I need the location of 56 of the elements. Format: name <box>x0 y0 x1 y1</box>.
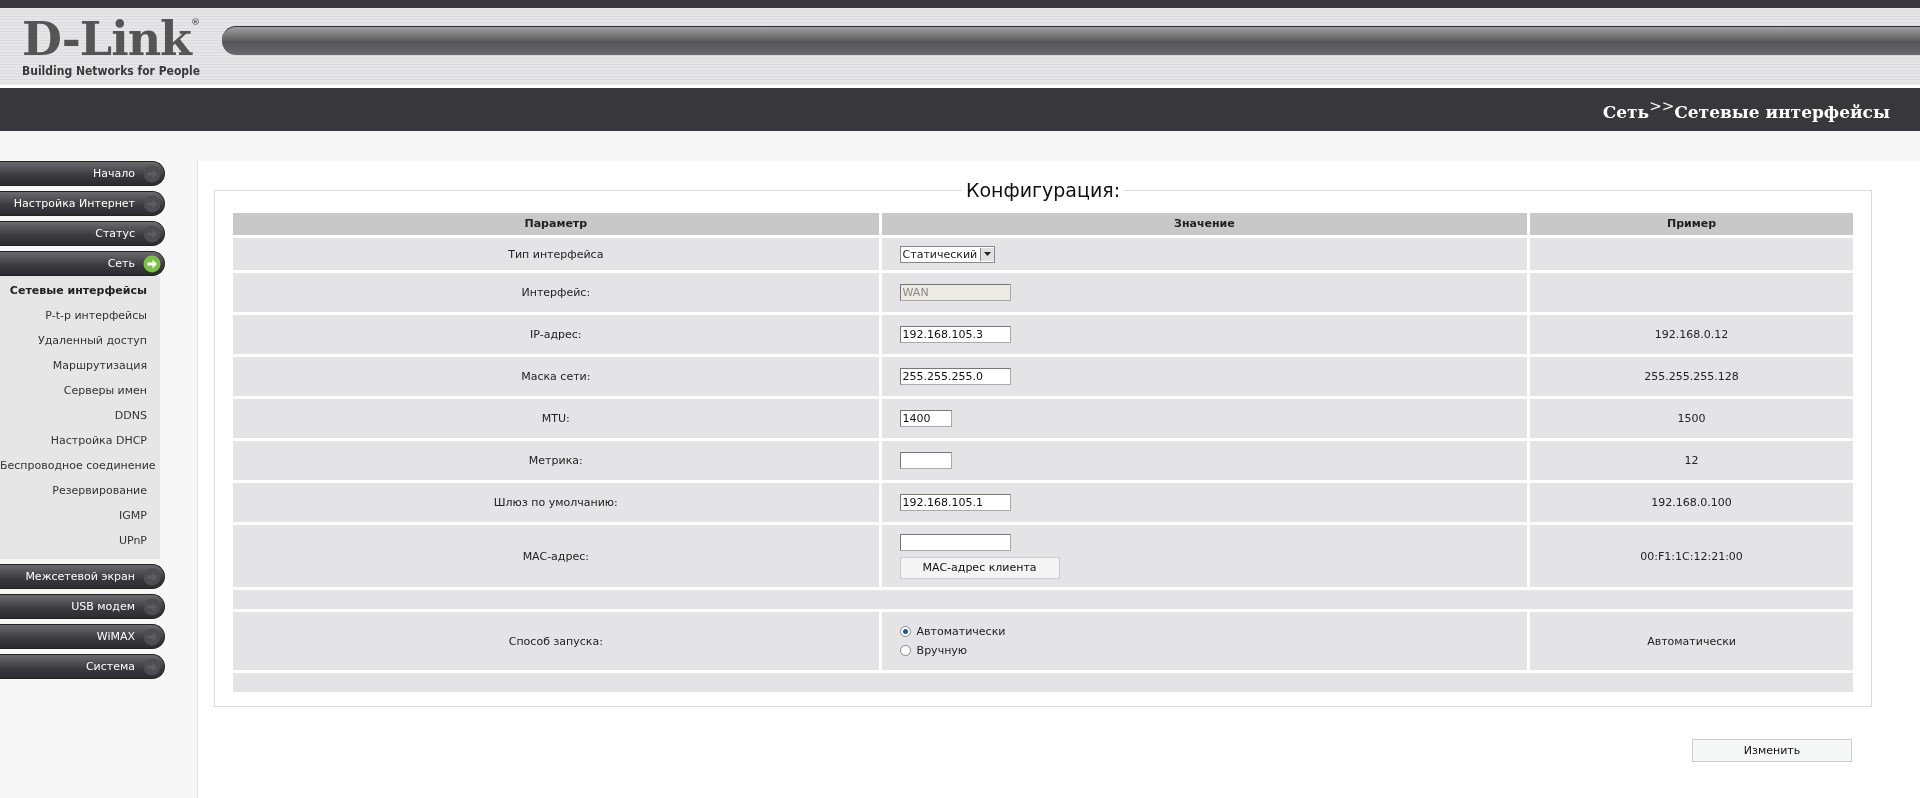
submenu-item[interactable]: Сетевые интерфейсы <box>0 278 160 303</box>
table-cell: Способ запуска: <box>233 612 879 670</box>
column-header: Значение <box>881 213 1528 235</box>
table-cell: Маска сети: <box>233 357 879 396</box>
radio-button[interactable] <box>899 645 911 656</box>
section-title: Конфигурация: <box>964 179 1122 201</box>
table-cell: 192.168.0.100 <box>1530 483 1853 522</box>
menu-button[interactable]: WiMAX <box>0 624 165 649</box>
table-cell: 12 <box>1530 441 1853 480</box>
table-cell: 192.168.0.12 <box>1530 315 1853 354</box>
input-field[interactable]: 1400 <box>899 410 952 427</box>
menu-button[interactable]: Система <box>0 654 165 679</box>
table-cell: Автоматически <box>1530 612 1853 670</box>
input-field[interactable]: 255.255.255.0 <box>899 368 1011 385</box>
submenu-item[interactable]: Удаленный доступ <box>0 328 160 353</box>
column-header: Пример <box>1530 213 1853 235</box>
submenu-item[interactable]: IGMP <box>0 503 160 528</box>
column-header: Параметр <box>233 213 879 235</box>
registered-mark: ® <box>191 18 200 27</box>
menu-button[interactable]: Статус <box>0 221 165 246</box>
table-cell: IP-адрес: <box>233 315 879 354</box>
submenu-item[interactable]: Резервирование <box>0 478 160 503</box>
apply-button[interactable]: Изменить <box>1692 739 1852 762</box>
submenu-item[interactable]: P-t-p интерфейсы <box>0 303 160 328</box>
table-cell: 00:F1:1C:12:21:00 <box>1530 525 1853 587</box>
input-field[interactable]: 192.168.105.3 <box>899 326 1011 343</box>
tagline: Building Networks for People <box>22 65 202 77</box>
menu-button[interactable]: Межсетевой экран <box>0 564 165 589</box>
client-mac-button[interactable]: MAC-адрес клиента <box>899 556 1060 579</box>
submenu-item[interactable]: Серверы имен <box>0 378 160 403</box>
interface-type-dropdown[interactable]: Статический <box>899 245 996 263</box>
table-cell: Шлюз по умолчанию: <box>233 483 879 522</box>
radio-label: Вручную <box>916 644 968 657</box>
submenu-item[interactable]: UPnP <box>0 528 160 553</box>
table-cell: Тип интерфейса <box>233 238 879 270</box>
radio-button[interactable] <box>899 626 911 637</box>
submenu-item[interactable]: DDNS <box>0 403 160 428</box>
menu-button[interactable]: Начало <box>0 161 165 186</box>
logo-text: D-Link <box>22 16 191 62</box>
submenu-item[interactable]: Маршрутизация <box>0 353 160 378</box>
table-cell: Интерфейс: <box>233 273 879 312</box>
submenu-item[interactable]: Беспроводное соединение <box>0 453 160 478</box>
input-field[interactable] <box>899 533 1011 551</box>
table-cell: 1500 <box>1530 399 1853 438</box>
input-field[interactable] <box>899 452 952 469</box>
menu-button[interactable]: USB модем <box>0 594 165 619</box>
table-cell: Метрика: <box>233 441 879 480</box>
table-cell: 255.255.255.128 <box>1530 357 1853 396</box>
table-cell: MTU: <box>233 399 879 438</box>
menu-button[interactable]: Настройка Интернет <box>0 191 165 216</box>
menu-button[interactable]: Сеть <box>0 251 165 276</box>
breadcrumb: Сеть$^{>>}$Сетевые интерфейсы <box>1602 97 1890 122</box>
radio-label: Автоматически <box>916 625 1006 638</box>
submenu-item[interactable]: Настройка DHCP <box>0 428 160 453</box>
table-cell: MAC-адрес: <box>233 525 879 587</box>
input-field[interactable]: 192.168.105.1 <box>899 494 1011 511</box>
